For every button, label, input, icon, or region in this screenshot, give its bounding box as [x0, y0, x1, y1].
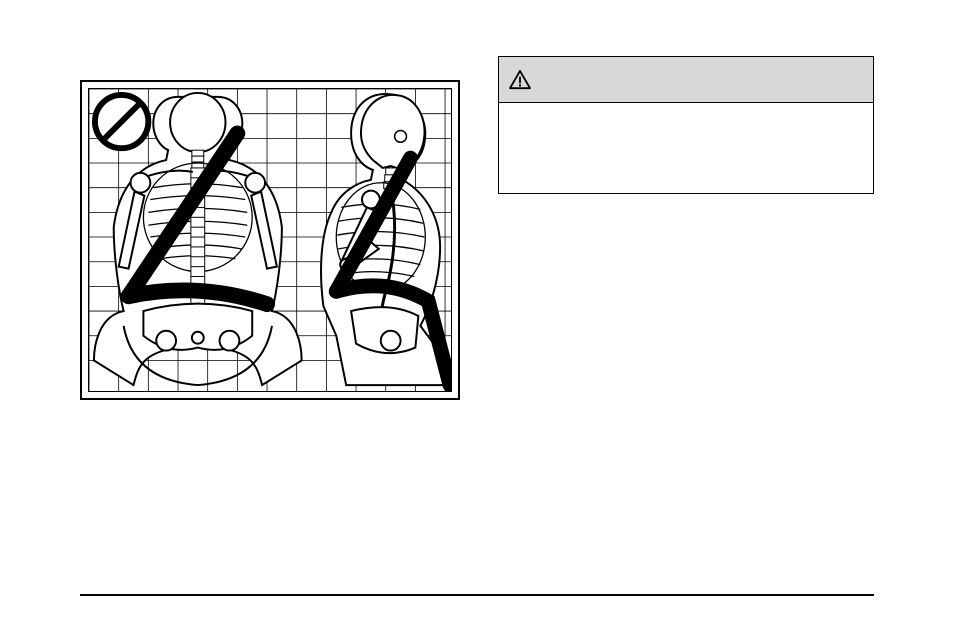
page-footer-rule [80, 594, 874, 596]
document-page [0, 0, 954, 636]
caution-header [499, 57, 873, 103]
illustration-frame [80, 80, 460, 400]
caution-body [499, 103, 873, 193]
seatbelt-skeleton-illustration [89, 89, 451, 391]
caution-box [498, 56, 874, 194]
illustration-inner [88, 88, 452, 392]
no-symbol-icon [95, 95, 148, 148]
warning-triangle-icon [509, 70, 531, 90]
side-skeleton [321, 94, 450, 385]
